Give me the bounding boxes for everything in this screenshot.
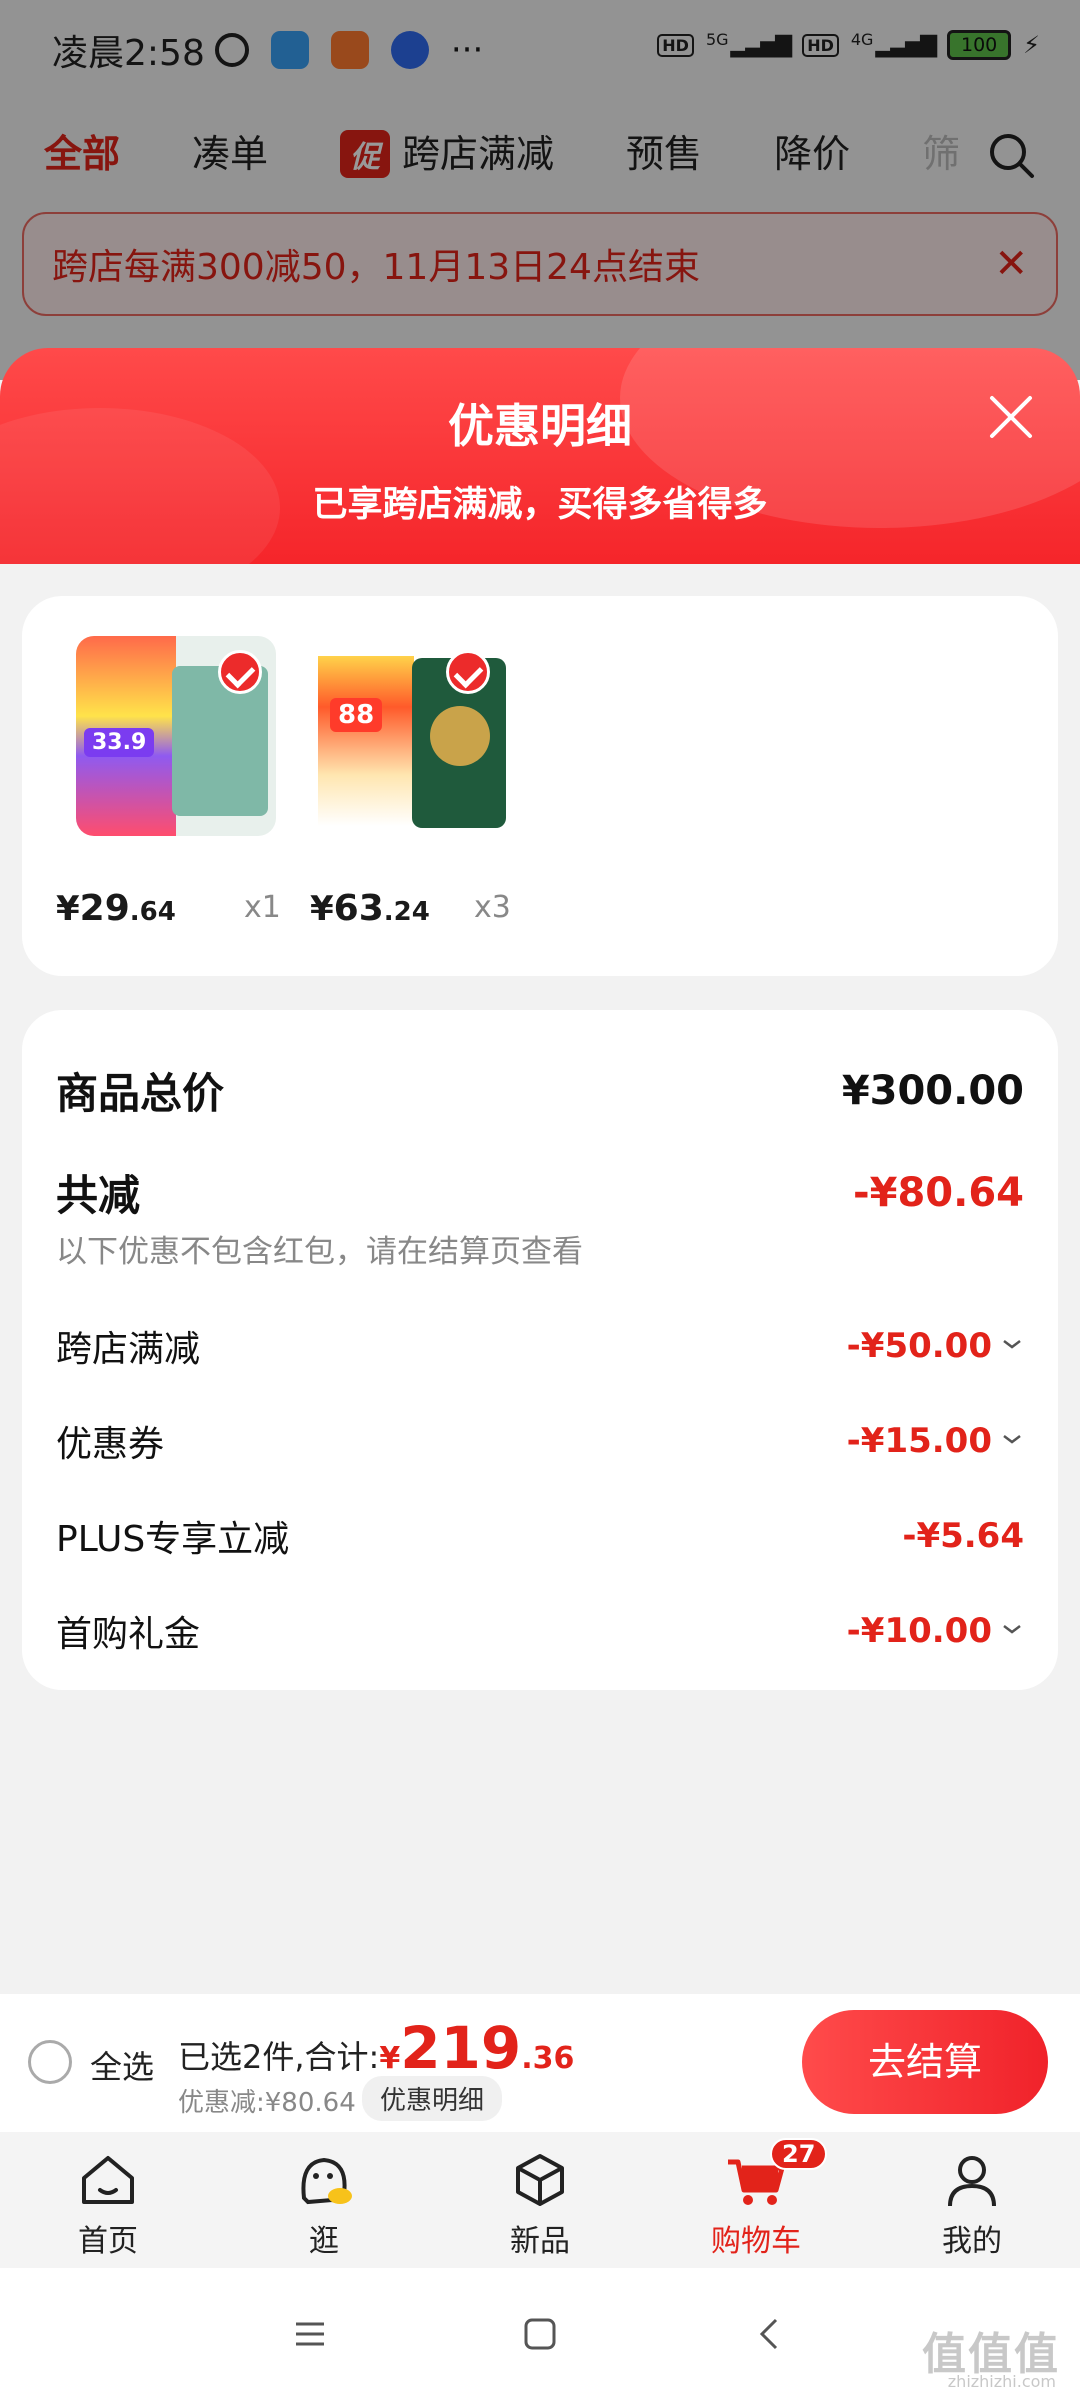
tab-label: 新品 — [510, 2224, 570, 2259]
total-discount-value: -¥80.64 — [853, 1169, 1024, 1216]
user-icon — [948, 2156, 996, 2207]
total-integer: 219 — [400, 2014, 522, 2082]
watermark-url: zhizhizhi.com — [947, 2372, 1056, 2391]
discount-amount: -¥5.64 — [902, 1516, 1024, 1556]
tab-home[interactable]: 首页 — [0, 2132, 216, 2268]
discount-value: -¥5.64 — [902, 1516, 1024, 1556]
discount-summary-card: 商品总价 ¥300.00 共减 -¥80.64 以下优惠不包含红包，请在结算页查… — [22, 1010, 1058, 1690]
discount-amount: -¥10.00 — [846, 1611, 992, 1651]
discount-value: -¥50.00 — [847, 1326, 1024, 1366]
close-icon[interactable] — [986, 392, 1036, 442]
discount-note: 以下优惠不包含红包，请在结算页查看 — [56, 1234, 583, 1270]
tab-label: 购物车 — [711, 2224, 801, 2259]
chevron-down-icon — [1000, 1424, 1024, 1448]
selected-text: 已选2件,合计: — [178, 2038, 380, 2076]
product-image-badge: 33.9 — [84, 728, 155, 757]
product-image: 88 — [312, 636, 512, 836]
selected-total: 已选2件,合计: ¥ 219 .36 — [178, 2014, 574, 2082]
tab-browse[interactable]: 逛 — [216, 2132, 432, 2268]
tab-label: 我的 — [942, 2224, 1002, 2259]
discount-detail-button[interactable]: 优惠明细 — [362, 2076, 503, 2121]
system-navbar — [0, 2268, 1080, 2400]
home-icon — [82, 2156, 134, 2204]
discount-row-cross-store[interactable]: 跨店满减 -¥50.00 — [56, 1320, 1024, 1372]
cart-count-badge: 27 — [770, 2138, 828, 2170]
tab-new[interactable]: 新品 — [432, 2132, 648, 2268]
price-symbol: ¥ — [56, 889, 80, 929]
menu-icon[interactable] — [290, 2314, 330, 2354]
product-quantity: x3 — [474, 890, 511, 925]
product-item[interactable]: 88 — [312, 636, 512, 836]
discount-label: 跨店满减 — [56, 1329, 201, 1370]
select-all-checkbox[interactable] — [28, 2040, 72, 2084]
discount-info: 优惠减:¥80.64 — [178, 2088, 356, 2118]
price-symbol: ¥ — [310, 889, 334, 929]
select-all-label[interactable]: 全选 — [90, 2042, 154, 2088]
bottom-tabbar: 首页 逛 新品 27 购物车 我的 — [0, 2132, 1080, 2268]
total-price-value: ¥300.00 — [841, 1067, 1024, 1114]
cube-icon — [516, 2154, 564, 2206]
product-price: ¥ 29 .64 — [56, 888, 176, 929]
checked-icon — [218, 650, 262, 694]
tab-label: 首页 — [78, 2224, 138, 2259]
price-integer: 29 — [79, 888, 130, 929]
checkout-button[interactable]: 去结算 — [802, 2010, 1048, 2114]
discount-value: -¥15.00 — [847, 1421, 1024, 1461]
checkout-bar: 全选 已选2件,合计: ¥ 219 .36 优惠减:¥80.64 优惠明细 去结… — [0, 1994, 1080, 2132]
total-symbol: ¥ — [379, 2041, 401, 2076]
discount-row-plus: PLUS专享立减 -¥5.64 — [56, 1510, 1024, 1562]
price-decimal: .24 — [383, 897, 430, 927]
chevron-down-icon — [1000, 1329, 1024, 1353]
tab-cart[interactable]: 27 购物车 — [648, 2132, 864, 2268]
discount-row-coupon[interactable]: 优惠券 -¥15.00 — [56, 1415, 1024, 1467]
product-item[interactable]: 33.9 — [76, 636, 276, 836]
sheet-title: 优惠明细 — [448, 399, 632, 453]
checked-icon — [446, 650, 490, 694]
discount-label: 优惠券 — [56, 1424, 165, 1465]
back-icon[interactable] — [750, 2314, 790, 2354]
discount-value: -¥10.00 — [847, 1611, 1024, 1651]
total-discount-row: 共减 -¥80.64 — [56, 1162, 1024, 1223]
chevron-down-icon — [1000, 1614, 1024, 1638]
product-image: 33.9 — [76, 636, 276, 836]
browse-icon — [301, 2157, 352, 2205]
discount-amount: -¥50.00 — [846, 1326, 992, 1366]
total-price-row: 商品总价 ¥300.00 — [56, 1060, 1024, 1121]
product-quantity: x1 — [244, 890, 281, 925]
tab-profile[interactable]: 我的 — [864, 2132, 1080, 2268]
products-card: 33.9 ¥ 29 .64 x1 88 ¥ 63 .24 x3 — [22, 596, 1058, 976]
total-discount-label: 共减 — [56, 1171, 141, 1220]
total-price-label: 商品总价 — [56, 1069, 225, 1118]
total-decimal: .36 — [521, 2041, 575, 2076]
sheet-header: 优惠明细 已享跨店满减，买得多省得多 — [0, 348, 1080, 564]
home-square-icon[interactable] — [520, 2314, 560, 2354]
product-price: ¥ 63 .24 — [310, 888, 430, 929]
tab-label: 逛 — [309, 2224, 339, 2259]
discount-amount: -¥15.00 — [846, 1421, 992, 1461]
sheet-subtitle: 已享跨店满减，买得多省得多 — [312, 485, 768, 525]
discount-label: 首购礼金 — [56, 1614, 201, 1655]
discount-label: PLUS专享立减 — [56, 1519, 290, 1560]
dim-overlay[interactable] — [0, 0, 1080, 380]
product-image-badge: 88 — [330, 698, 383, 732]
price-decimal: .64 — [129, 897, 176, 927]
price-integer: 63 — [333, 888, 384, 929]
discount-row-first-purchase[interactable]: 首购礼金 -¥10.00 — [56, 1605, 1024, 1657]
